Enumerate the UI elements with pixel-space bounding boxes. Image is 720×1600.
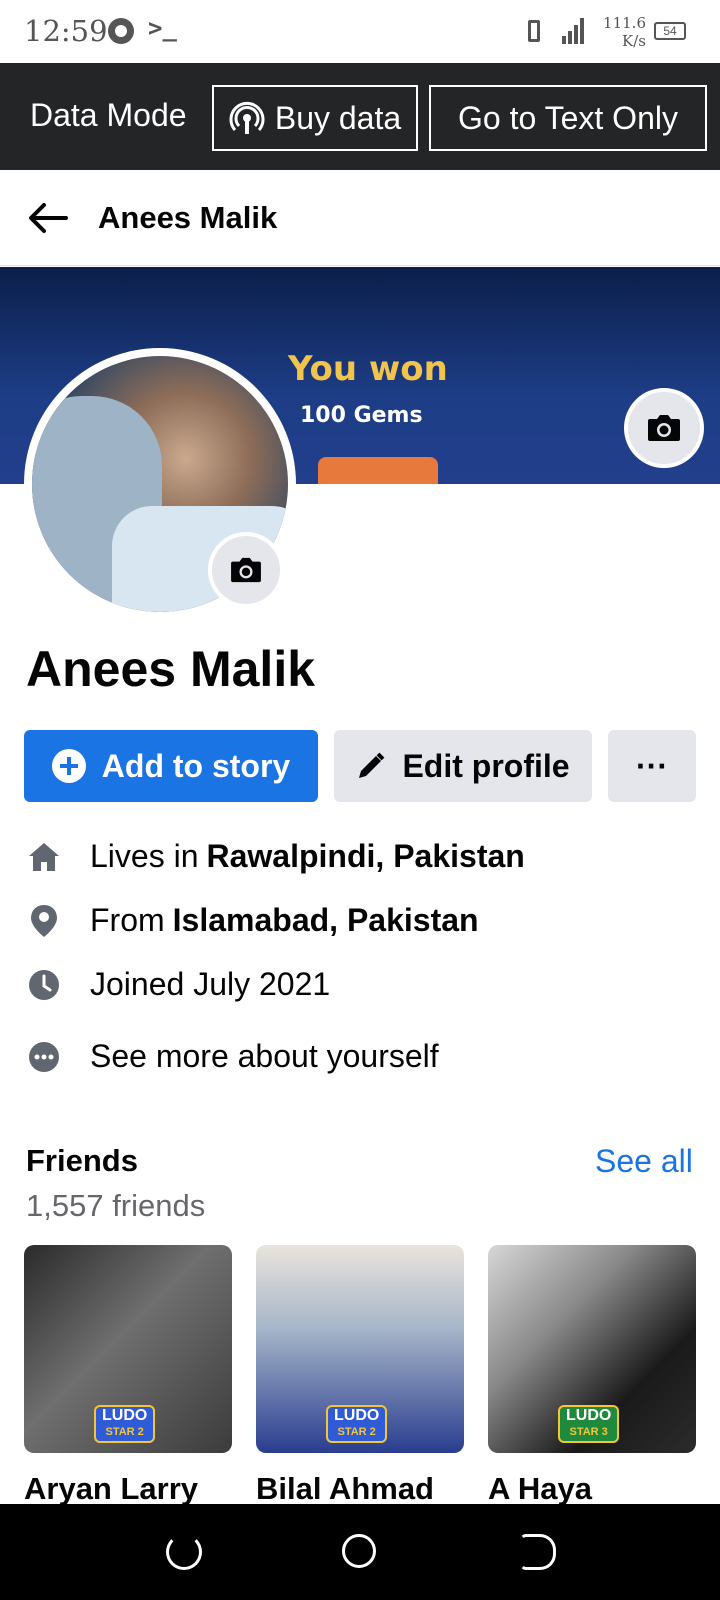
add-to-story-button[interactable]: Add to story [24, 730, 318, 802]
camera-icon [231, 557, 261, 583]
friend-photo: LUDO STAR 2 [256, 1245, 464, 1453]
more-dots-icon: ··· [636, 747, 668, 784]
terminal-icon: >_ [148, 14, 177, 42]
profile-name: Anees Malik [26, 641, 316, 697]
ludo-badge: LUDO STAR 3 [558, 1405, 620, 1443]
friends-count: 1,557 friends [26, 1188, 206, 1223]
intro-joined: Joined July 2021 [26, 966, 330, 1003]
see-more-label: See more about yourself [90, 1038, 439, 1074]
see-all-friends-link[interactable]: See all [595, 1143, 693, 1180]
friend-card[interactable]: LUDO STAR 3 A Haya [488, 1245, 696, 1507]
from-prefix: From [90, 902, 165, 938]
cover-text-gems: 100 Gems [300, 403, 423, 428]
battery-icon: 54 [654, 22, 686, 40]
joined-text: Joined July 2021 [90, 966, 331, 1002]
text-only-label: Go to Text Only [458, 99, 678, 136]
home-circle-icon[interactable] [342, 1534, 376, 1568]
data-mode-label: Data Mode [30, 97, 187, 133]
edit-profile-label: Edit profile [402, 747, 570, 784]
friend-name: Aryan Larry [24, 1471, 199, 1506]
signal-icon [229, 101, 265, 134]
network-speed-unit: K/s [622, 32, 646, 50]
location-pin-icon [26, 903, 62, 939]
pencil-icon [359, 752, 385, 778]
ludo-badge-subtitle: STAR 2 [337, 1426, 376, 1438]
cover-scroll-graphic [318, 457, 438, 484]
profile-header: Anees Malik [0, 170, 720, 266]
friends-title: Friends [26, 1143, 138, 1178]
add-to-story-label: Add to story [101, 747, 291, 784]
cover-camera-button[interactable] [624, 388, 704, 468]
friend-card[interactable]: LUDO STAR 2 Aryan Larry [24, 1245, 232, 1507]
ludo-badge-title: LUDO [102, 1407, 148, 1424]
avatar-camera-button[interactable] [208, 532, 284, 608]
whatsapp-icon [108, 18, 134, 44]
cell-signal-icon [562, 18, 586, 44]
friend-photo: LUDO STAR 2 [24, 1245, 232, 1453]
see-more-about-link[interactable]: See more about yourself [26, 1038, 439, 1075]
ludo-badge-title: LUDO [566, 1407, 612, 1424]
vibrate-icon [528, 20, 540, 42]
network-speed-value: 111.6 [603, 14, 646, 32]
text-only-button[interactable]: Go to Text Only [429, 85, 707, 151]
more-dots-icon [26, 1039, 62, 1075]
friend-photo: LUDO STAR 3 [488, 1245, 696, 1453]
clock-icon [26, 967, 62, 1003]
header-title: Anees Malik [98, 200, 278, 235]
status-bar: 12:59 >_ 111.6 K/s 54 [0, 0, 720, 63]
ludo-badge-title: LUDO [334, 1407, 380, 1424]
ludo-badge-subtitle: STAR 3 [569, 1426, 608, 1438]
ludo-badge-subtitle: STAR 2 [105, 1426, 144, 1438]
intro-lives-in: Lives in Rawalpindi, Pakistan [26, 838, 525, 875]
from-value: Islamabad, Pakistan [172, 902, 479, 938]
system-back-icon[interactable] [520, 1534, 556, 1570]
network-speed: 111.6 K/s [596, 14, 646, 50]
buy-data-label: Buy data [274, 99, 402, 136]
lives-in-prefix: Lives in [90, 838, 199, 874]
data-mode-bar: Data Mode Buy data Go to Text Only [0, 63, 720, 170]
status-time: 12:59 [24, 14, 108, 48]
plus-circle-icon [51, 749, 86, 783]
home-icon [26, 839, 62, 875]
intro-from: From Islamabad, Pakistan [26, 902, 479, 939]
ludo-badge: LUDO STAR 2 [326, 1405, 388, 1443]
recent-apps-icon[interactable] [166, 1534, 202, 1570]
cover-text-won: You won [288, 349, 448, 389]
camera-icon [648, 415, 680, 441]
buy-data-button[interactable]: Buy data [212, 85, 418, 151]
friend-card[interactable]: LUDO STAR 2 Bilal Ahmad [256, 1245, 464, 1507]
edit-profile-button[interactable]: Edit profile [334, 730, 592, 802]
back-arrow-icon[interactable] [26, 196, 70, 240]
friend-name: A Haya [488, 1471, 592, 1506]
friend-name: Bilal Ahmad [256, 1471, 434, 1506]
lives-in-value: Rawalpindi, Pakistan [206, 838, 525, 874]
ludo-badge: LUDO STAR 2 [94, 1405, 156, 1443]
more-options-button[interactable]: ··· [608, 730, 696, 802]
system-nav-bar [0, 1504, 720, 1600]
